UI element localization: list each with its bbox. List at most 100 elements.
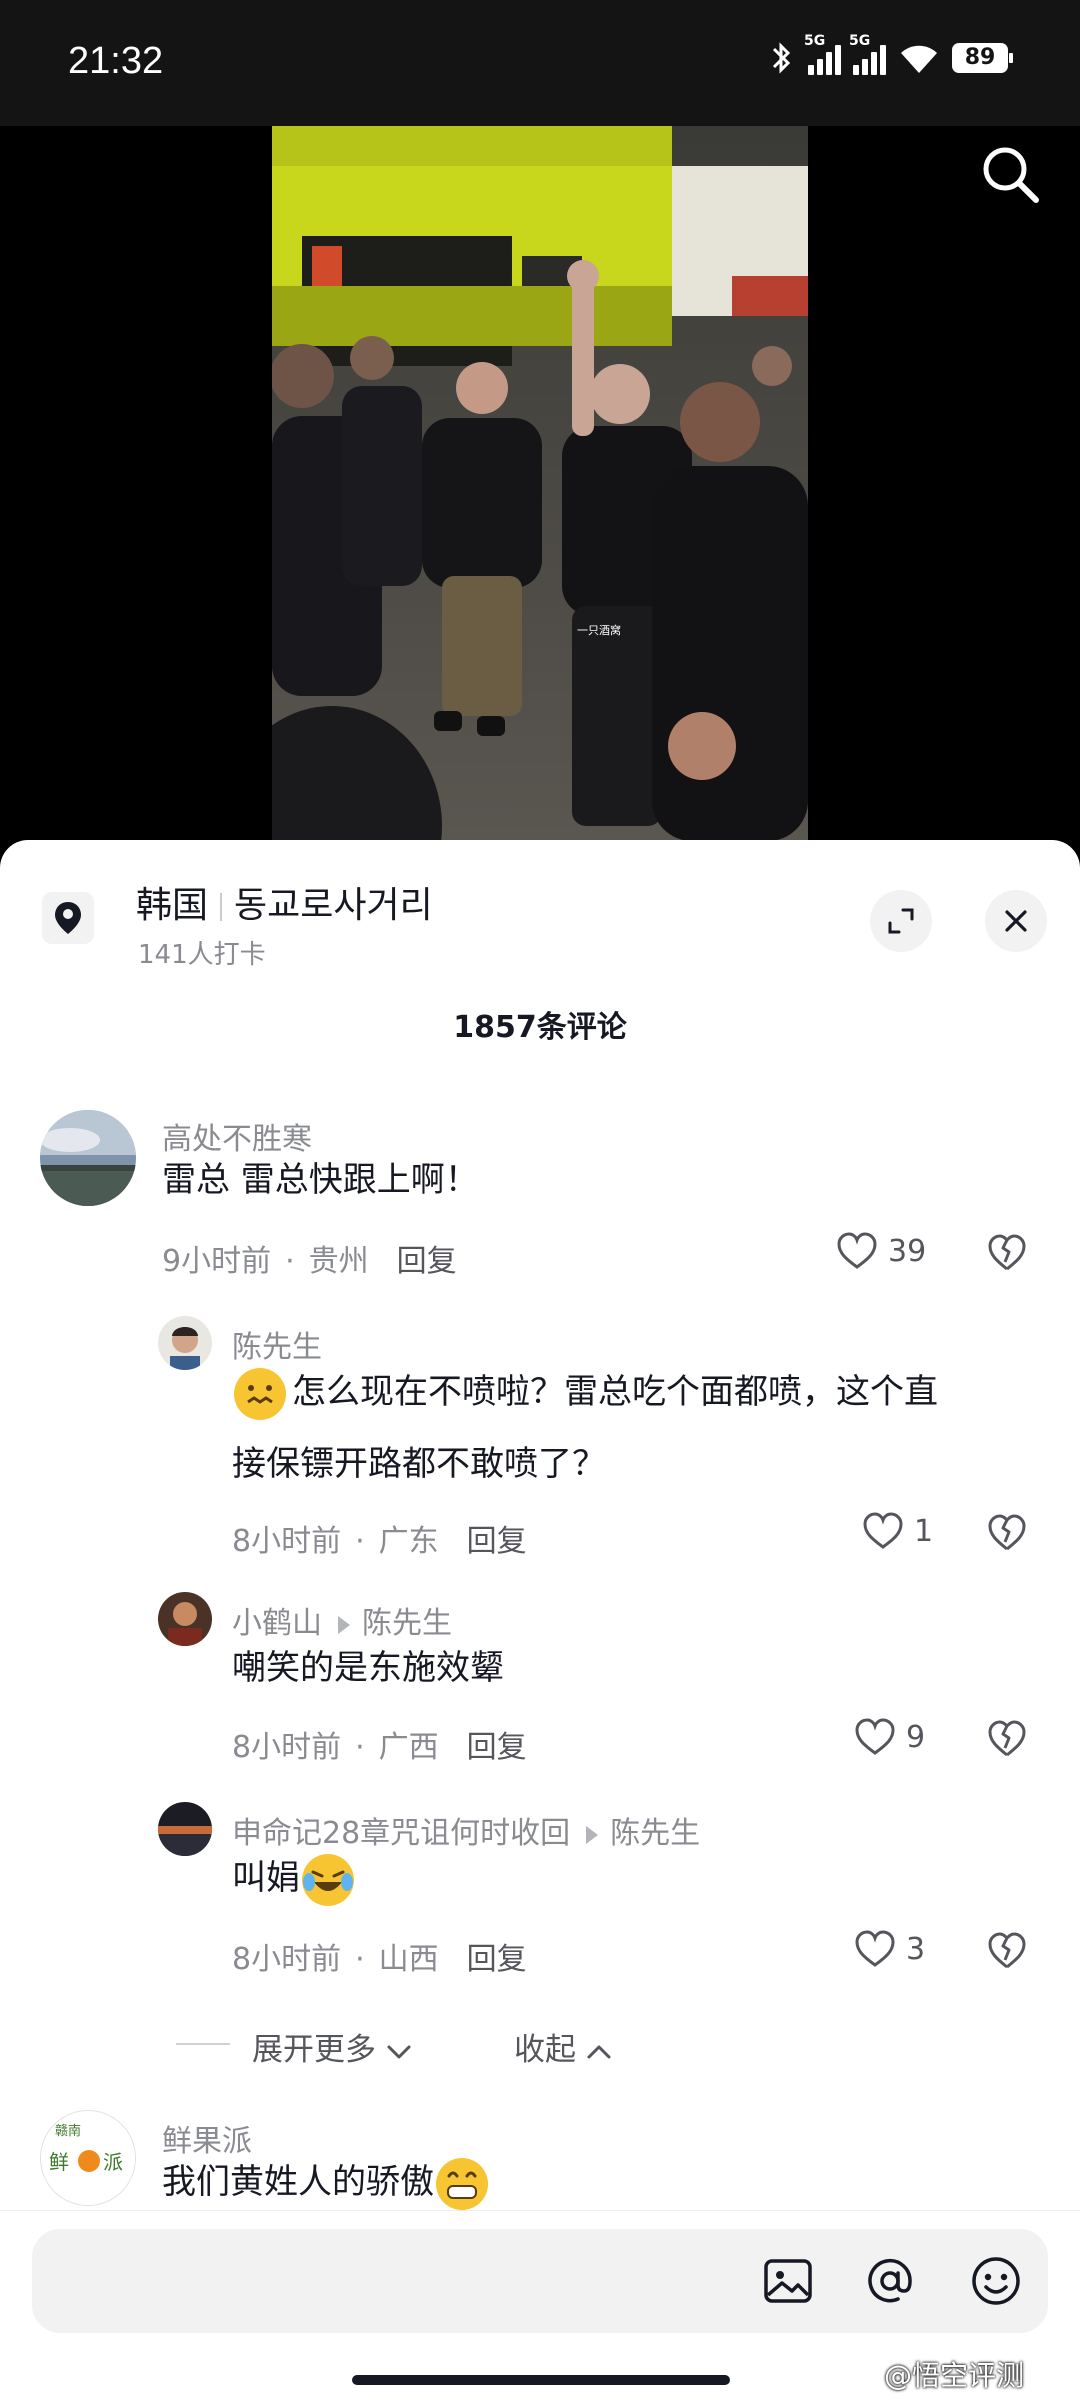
heart-icon — [855, 1930, 895, 1967]
location-divider — [220, 893, 223, 921]
like-count: 39 — [888, 1233, 927, 1269]
reply-time: 8小时前 — [232, 1524, 342, 1559]
expand-divider — [176, 2043, 230, 2045]
close-button[interactable] — [985, 890, 1047, 952]
avatar-brand-text: 鲜 — [49, 2150, 69, 2174]
reply-text: 叫娟 — [232, 1842, 360, 1914]
location-pin-icon — [42, 892, 94, 944]
like-button[interactable]: 3 — [854, 1930, 925, 1968]
reply-item: 申命记28章咒诅何时收回 陈先生 叫娟 8小时前 · 山西 回复 3 — [0, 1802, 1080, 2002]
comment-region: 贵州 — [308, 1244, 369, 1279]
checkin-count: 141人打卡 — [138, 940, 266, 970]
watermark: @悟空评测 — [884, 2359, 1025, 2392]
comment-text: 我们黄姓人的骄傲 — [162, 2146, 494, 2218]
grin-emoji-icon — [436, 2157, 488, 2210]
heart-icon — [837, 1232, 877, 1269]
home-indicator[interactable] — [352, 2375, 730, 2385]
reply-arrow-icon — [338, 1615, 350, 1634]
comment-panel: 韩国 동교로사거리 141人打卡 1857条评论 高处不胜寒 雷总 雷总快跟上啊… — [0, 840, 1080, 2400]
comment-input[interactable] — [32, 2229, 1048, 2333]
close-icon — [1005, 910, 1027, 932]
image-icon[interactable] — [760, 2253, 816, 2309]
dislike-icon[interactable] — [987, 1234, 1027, 1272]
signal-icon: 5G — [849, 33, 886, 75]
like-button[interactable]: 1 — [862, 1512, 933, 1550]
reply-arrow-icon — [586, 1825, 599, 1844]
location-country: 韩国 — [136, 885, 209, 926]
status-icons: 5G 5G 89 — [766, 33, 1013, 76]
location-row[interactable]: 韩国 동교로사거리 141人打卡 — [0, 840, 1080, 990]
grimace-emoji-icon — [234, 1367, 286, 1420]
reply-button[interactable]: 回复 — [467, 1730, 527, 1765]
status-bar: 21:32 5G 5G 89 — [0, 0, 1080, 126]
like-button[interactable]: 9 — [854, 1718, 925, 1756]
collapse-label: 收起 — [514, 2032, 576, 2068]
avatar[interactable] — [158, 1592, 212, 1646]
dislike-icon[interactable] — [987, 1932, 1027, 1970]
reply-text-body: 叫娟 — [232, 1858, 300, 1898]
reply-time: 8小时前 — [232, 1942, 342, 1977]
expand-more-button[interactable]: 展开更多 — [252, 2024, 412, 2069]
comment-meta: 9小时前 · 贵州 回复 — [162, 1244, 457, 1279]
chevron-up-icon — [587, 2045, 611, 2058]
comment-text: 雷总 雷总快跟上啊！ — [162, 1160, 479, 1200]
dislike-icon[interactable] — [987, 1720, 1027, 1758]
reply-region: 山西 — [378, 1942, 439, 1977]
heart-icon — [855, 1718, 895, 1755]
network-type-label: 5G — [849, 33, 871, 49]
expand-icon — [888, 908, 914, 934]
avatar[interactable] — [40, 1110, 136, 1206]
avatar[interactable] — [158, 1802, 212, 1856]
emoji-icon[interactable] — [968, 2253, 1024, 2309]
reply-meta: 8小时前 · 广西 回复 — [232, 1730, 527, 1765]
search-icon[interactable] — [978, 142, 1042, 206]
reply-time: 8小时前 — [232, 1730, 342, 1765]
reply-text-line2: 接保镖开路都不敢喷了？ — [232, 1444, 606, 1484]
reply-button[interactable]: 回复 — [397, 1244, 457, 1279]
comment-time: 9小时前 — [162, 1244, 272, 1279]
reply-text-line1: 怎么现在不喷啦？雷总吃个面都喷，这个直 — [292, 1372, 938, 1412]
expand-button[interactable] — [870, 890, 932, 952]
reply-item: 小鹤山 陈先生 嘲笑的是东施效颦 8小时前 · 广西 回复 9 — [0, 1592, 1080, 1792]
chevron-down-icon — [387, 2045, 411, 2058]
replies-controls: 展开更多 收起 — [0, 2012, 1080, 2072]
reply-button[interactable]: 回复 — [467, 1942, 527, 1977]
avatar-brand-text: 派 — [103, 2150, 123, 2174]
video-player[interactable]: 一只酒窝 — [0, 126, 1080, 841]
reply-target[interactable]: 陈先生 — [610, 1816, 700, 1851]
avatar[interactable] — [158, 1316, 212, 1370]
reply-region: 广西 — [378, 1730, 439, 1765]
reply-meta: 8小时前 · 山西 回复 — [232, 1942, 527, 1977]
reply-item: 陈先生 怎么现在不喷啦？雷总吃个面都喷，这个直 接保镖开路都不敢喷了？ 8小时前… — [0, 1316, 1080, 1596]
reply-region: 广东 — [378, 1524, 439, 1559]
bluetooth-icon — [772, 42, 791, 74]
dislike-icon[interactable] — [987, 1514, 1027, 1552]
at-icon[interactable] — [862, 2253, 918, 2309]
comment-item: 高处不胜寒 雷总 雷总快跟上啊！ 9小时前 · 贵州 回复 39 — [0, 1110, 1080, 1330]
comment-count: 1857条评论 — [453, 1010, 627, 1045]
video-still: 一只酒窝 — [272, 126, 808, 841]
network-type-label: 5G — [804, 33, 826, 49]
reply-text: 嘲笑的是东施效颦 — [232, 1648, 504, 1688]
reply-meta: 8小时前 · 广东 回复 — [232, 1524, 527, 1559]
avatar-brand-text: 赣南 — [55, 2123, 81, 2139]
laugh-cry-emoji-icon — [302, 1853, 354, 1906]
battery-icon: 89 — [952, 43, 1013, 73]
like-count: 3 — [906, 1931, 926, 1967]
wifi-icon — [901, 45, 937, 73]
video-frame[interactable]: 一只酒窝 — [272, 126, 808, 841]
reply-text: 怎么现在不喷啦？雷总吃个面都喷，这个直 接保镖开路都不敢喷了？ — [232, 1356, 1032, 1500]
video-overlay-text: 一只酒窝 — [577, 623, 621, 637]
avatar[interactable]: 赣南 鲜 派 — [40, 2110, 136, 2206]
like-count: 1 — [914, 1513, 934, 1549]
reply-button[interactable]: 回复 — [467, 1524, 527, 1559]
collapse-button[interactable]: 收起 — [514, 2024, 612, 2069]
location-title[interactable]: 韩国 동교로사거리 — [136, 876, 433, 928]
comment-text-body: 我们黄姓人的骄傲 — [162, 2162, 434, 2202]
signal-icon: 5G — [804, 33, 841, 75]
like-button[interactable]: 39 — [836, 1232, 926, 1270]
status-time: 21:32 — [68, 40, 164, 82]
location-place: 동교로사거리 — [234, 885, 433, 926]
heart-icon — [863, 1512, 903, 1549]
like-count: 9 — [906, 1719, 926, 1755]
